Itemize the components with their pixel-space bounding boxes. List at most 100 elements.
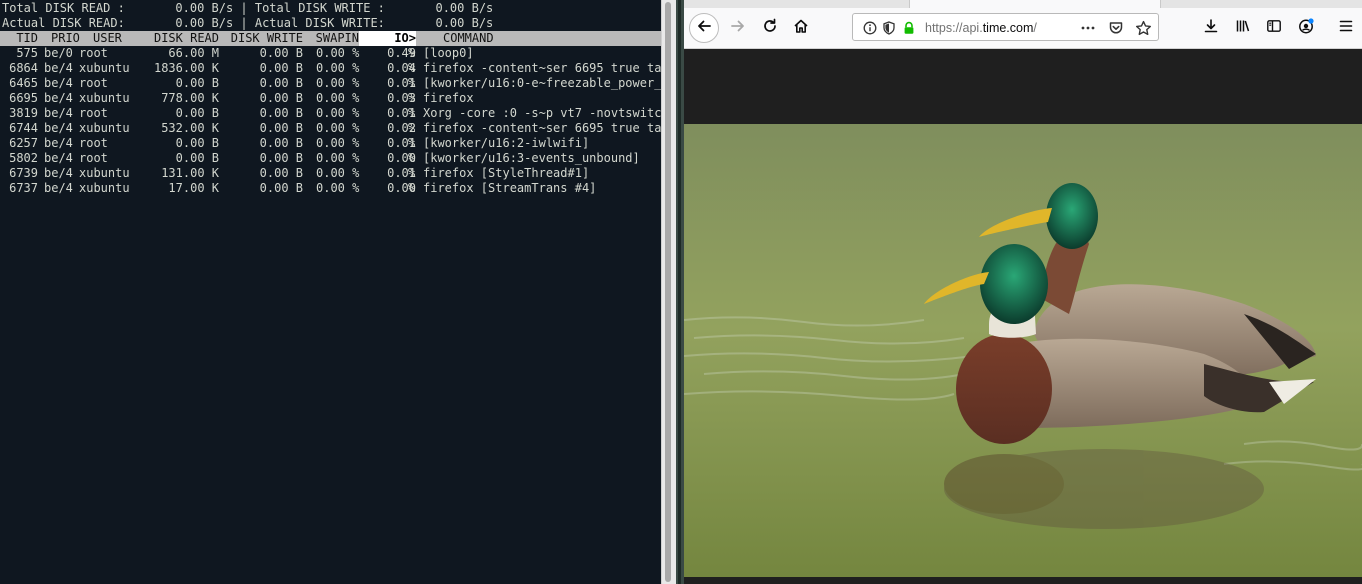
col-user[interactable]: USER bbox=[93, 31, 122, 46]
row-read: 0.00 B bbox=[175, 106, 219, 120]
url-bar[interactable]: https://api.time.com/ bbox=[852, 13, 1159, 41]
row-swapin: 0.00 % bbox=[316, 181, 360, 195]
row-swapin: 0.00 % bbox=[316, 61, 360, 75]
mallard-ducks-photo[interactable] bbox=[684, 124, 1362, 577]
forward-arrow-icon bbox=[730, 18, 746, 38]
col-disk-read[interactable]: DISK READ bbox=[148, 31, 219, 46]
row-tid: 6695 bbox=[9, 91, 38, 105]
col-tid[interactable]: TID bbox=[2, 31, 38, 46]
library-icon bbox=[1235, 18, 1251, 38]
row-swapin: 0.00 % bbox=[316, 166, 360, 180]
row-read: 0.00 B bbox=[175, 76, 219, 90]
row-tid: 6465 bbox=[9, 76, 38, 90]
row-prio: be/4 bbox=[44, 91, 73, 105]
row-swapin: 0.00 % bbox=[316, 91, 360, 105]
row-write: 0.00 B bbox=[259, 181, 303, 195]
row-prio: be/4 bbox=[44, 106, 73, 120]
tab-strip bbox=[684, 0, 1362, 8]
row-pct: % bbox=[408, 136, 416, 150]
row-swapin: 0.00 % bbox=[316, 106, 360, 120]
star-icon[interactable] bbox=[1134, 19, 1152, 37]
col-prio[interactable]: PRIO bbox=[51, 31, 80, 46]
info-icon[interactable] bbox=[861, 19, 879, 37]
row-read: 1836.00 K bbox=[153, 61, 219, 75]
row-write: 0.00 B bbox=[259, 61, 303, 75]
download-icon bbox=[1203, 18, 1219, 38]
row-user: xubuntu bbox=[79, 61, 130, 75]
row-read: 17.00 K bbox=[168, 181, 219, 195]
menu-button[interactable] bbox=[1332, 14, 1360, 42]
hamburger-menu-icon bbox=[1338, 18, 1354, 38]
row-command: firefox -content~ser 6695 true tab bbox=[423, 121, 661, 135]
row-command: firefox [StyleThread#1] bbox=[423, 166, 590, 180]
row-prio: be/4 bbox=[44, 181, 73, 195]
row-prio: be/4 bbox=[44, 61, 73, 75]
terminal-scrollbar[interactable] bbox=[661, 0, 676, 584]
row-swapin: 0.00 % bbox=[316, 121, 360, 135]
row-command: firefox [StreamTrans #4] bbox=[423, 181, 597, 195]
firefox-window: https://api.time.com/ bbox=[684, 0, 1362, 584]
row-write: 0.00 B bbox=[259, 46, 303, 60]
row-pct: % bbox=[408, 181, 416, 195]
row-user: xubuntu bbox=[79, 91, 130, 105]
row-command: [loop0] bbox=[423, 46, 474, 60]
row-tid: 6737 bbox=[9, 181, 38, 195]
row-pct: % bbox=[408, 166, 416, 180]
col-disk-write[interactable]: DISK WRITE bbox=[224, 31, 303, 46]
row-prio: be/0 bbox=[44, 46, 73, 60]
pocket-icon[interactable] bbox=[1107, 19, 1125, 37]
downloads-button[interactable] bbox=[1197, 14, 1225, 42]
lock-icon[interactable] bbox=[900, 19, 918, 37]
back-arrow-icon bbox=[696, 18, 712, 38]
terminal-scrollbar-thumb[interactable] bbox=[665, 2, 671, 582]
row-swapin: 0.00 % bbox=[316, 46, 360, 60]
account-button[interactable] bbox=[1292, 14, 1320, 42]
row-read: 66.00 M bbox=[168, 46, 219, 60]
more-dots-icon[interactable] bbox=[1079, 19, 1097, 37]
row-tid: 6739 bbox=[9, 166, 38, 180]
row-user: xubuntu bbox=[79, 181, 130, 195]
row-tid: 6744 bbox=[9, 121, 38, 135]
row-write: 0.00 B bbox=[259, 76, 303, 90]
row-write: 0.00 B bbox=[259, 106, 303, 120]
row-prio: be/4 bbox=[44, 121, 73, 135]
row-tid: 5802 bbox=[9, 151, 38, 165]
row-pct: % bbox=[408, 46, 416, 60]
pane-divider-line bbox=[678, 0, 681, 584]
row-read: 0.00 B bbox=[175, 136, 219, 150]
col-swapin[interactable]: SWAPIN bbox=[308, 31, 359, 46]
row-command: Xorg -core :0 -s~p vt7 -novtswitch bbox=[423, 106, 661, 120]
forward-button[interactable] bbox=[724, 14, 752, 42]
row-prio: be/4 bbox=[44, 76, 73, 90]
row-user: xubuntu bbox=[79, 121, 130, 135]
row-tid: 6864 bbox=[9, 61, 38, 75]
col-command[interactable]: COMMAND bbox=[443, 31, 494, 46]
row-read: 0.00 B bbox=[175, 151, 219, 165]
col-io-sorted[interactable]: IO> bbox=[359, 31, 416, 46]
row-pct: % bbox=[408, 91, 416, 105]
sidebar-button[interactable] bbox=[1260, 14, 1288, 42]
row-user: root bbox=[79, 151, 108, 165]
url-text[interactable]: https://api.time.com/ bbox=[925, 14, 1047, 42]
row-pct: % bbox=[408, 61, 416, 75]
row-write: 0.00 B bbox=[259, 121, 303, 135]
reload-button[interactable] bbox=[756, 14, 784, 42]
row-pct: % bbox=[408, 106, 416, 120]
actual-disk-summary: Actual DISK READ: 0.00 B/s | Actual DISK… bbox=[2, 16, 494, 30]
row-swapin: 0.00 % bbox=[316, 76, 360, 90]
active-tab[interactable] bbox=[909, 0, 1161, 8]
back-button[interactable] bbox=[689, 13, 719, 43]
row-read: 532.00 K bbox=[161, 121, 219, 135]
pane-divider[interactable] bbox=[676, 0, 684, 584]
home-button[interactable] bbox=[787, 14, 815, 42]
library-button[interactable] bbox=[1229, 14, 1257, 42]
shield-icon[interactable] bbox=[880, 19, 898, 37]
row-pct: % bbox=[408, 76, 416, 90]
row-tid: 3819 bbox=[9, 106, 38, 120]
row-write: 0.00 B bbox=[259, 91, 303, 105]
row-read: 131.00 K bbox=[161, 166, 219, 180]
iotop-terminal[interactable]: Total DISK READ : 0.00 B/s | Total DISK … bbox=[0, 0, 661, 584]
row-command: [kworker/u16:3-events_unbound] bbox=[423, 151, 640, 165]
row-command: [kworker/u16:0-e~freezable_power_] bbox=[423, 76, 661, 90]
row-user: xubuntu bbox=[79, 166, 130, 180]
